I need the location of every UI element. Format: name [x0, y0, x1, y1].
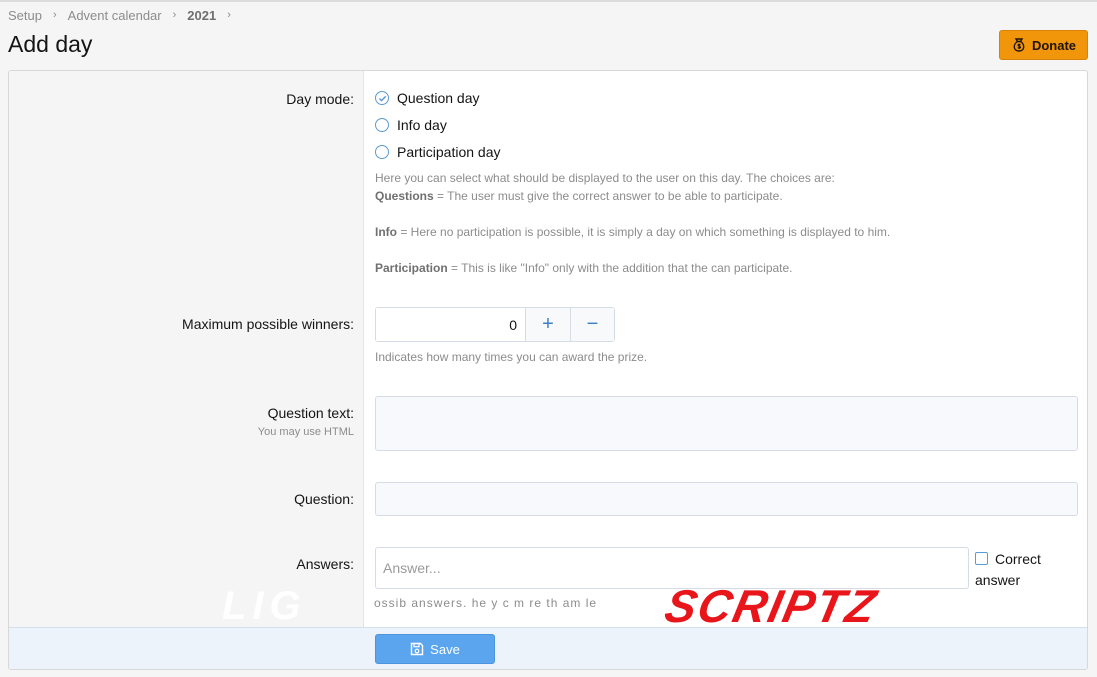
save-label: Save: [430, 641, 460, 657]
top-border: [0, 0, 1097, 2]
answer-input[interactable]: [375, 547, 969, 589]
chevron-right-icon: ›: [52, 9, 57, 21]
radio-unchecked-icon[interactable]: [375, 118, 389, 132]
correct-answer-checkbox[interactable]: Correct answer: [975, 549, 1075, 591]
save-button[interactable]: Save: [375, 634, 495, 664]
day-mode-label: Day mode:: [286, 91, 354, 107]
radio-participation-day[interactable]: Participation day: [375, 144, 501, 160]
radio-info-day[interactable]: Info day: [375, 117, 447, 133]
donate-label: Donate: [1031, 37, 1077, 53]
donate-button[interactable]: Donate: [999, 30, 1088, 60]
radio-question-day[interactable]: Question day: [375, 90, 480, 106]
max-winners-help: Indicates how many times you can award t…: [375, 350, 648, 364]
help-participation-term: Participation: [375, 261, 448, 275]
help-participation-desc: = This is like "Info" only with the addi…: [447, 261, 793, 275]
question-text-sublabel: You may use HTML: [257, 426, 354, 438]
help-questions-desc: = The user must give the correct answer …: [433, 189, 783, 203]
money-bag-icon: [1013, 38, 1025, 52]
breadcrumb-setup[interactable]: Setup: [8, 8, 42, 23]
radio-checked-icon[interactable]: [375, 91, 389, 105]
help-intro: Here you can select what should be displ…: [375, 171, 835, 185]
radio-participation-day-label: Participation day: [397, 144, 501, 160]
help-questions: Questions = The user must give the corre…: [375, 187, 890, 205]
add-day-form: Day mode: Question day Info day Particip…: [8, 70, 1088, 670]
chevron-right-icon: ›: [172, 9, 177, 21]
question-label: Question:: [294, 491, 354, 507]
max-winners-label: Maximum possible winners:: [182, 316, 354, 332]
help-info-desc: = Here no participation is possible, it …: [397, 225, 891, 239]
radio-question-day-label: Question day: [397, 90, 480, 106]
help-info: Info = Here no participation is possible…: [375, 223, 890, 241]
checkbox-unchecked-icon[interactable]: [975, 552, 988, 565]
page-title: Add day: [8, 31, 93, 57]
help-participation: Participation = This is like "Info" only…: [375, 259, 890, 277]
floppy-disk-icon: [410, 642, 424, 656]
question-text-textarea[interactable]: [375, 396, 1078, 451]
max-winners-input[interactable]: [376, 308, 526, 341]
day-mode-help: Here you can select what should be displ…: [375, 169, 890, 277]
decrement-button[interactable]: −: [570, 308, 614, 341]
help-questions-term: Questions: [375, 189, 434, 203]
help-info-term: Info: [375, 225, 397, 239]
answers-label: Answers:: [296, 556, 354, 572]
question-text-label: Question text:: [267, 405, 354, 421]
form-label-column: [9, 71, 364, 627]
radio-unchecked-icon[interactable]: [375, 145, 389, 159]
breadcrumb-2021[interactable]: 2021: [187, 8, 216, 23]
radio-info-day-label: Info day: [397, 117, 447, 133]
chevron-right-icon: ›: [227, 9, 231, 21]
breadcrumb-advent-calendar[interactable]: Advent calendar: [68, 8, 162, 23]
increment-button[interactable]: +: [526, 308, 570, 341]
breadcrumb: Setup › Advent calendar › 2021 ›: [8, 6, 242, 24]
question-input[interactable]: [375, 482, 1078, 516]
max-winners-stepper: + −: [375, 307, 615, 342]
form-footer: Save: [9, 627, 1087, 669]
